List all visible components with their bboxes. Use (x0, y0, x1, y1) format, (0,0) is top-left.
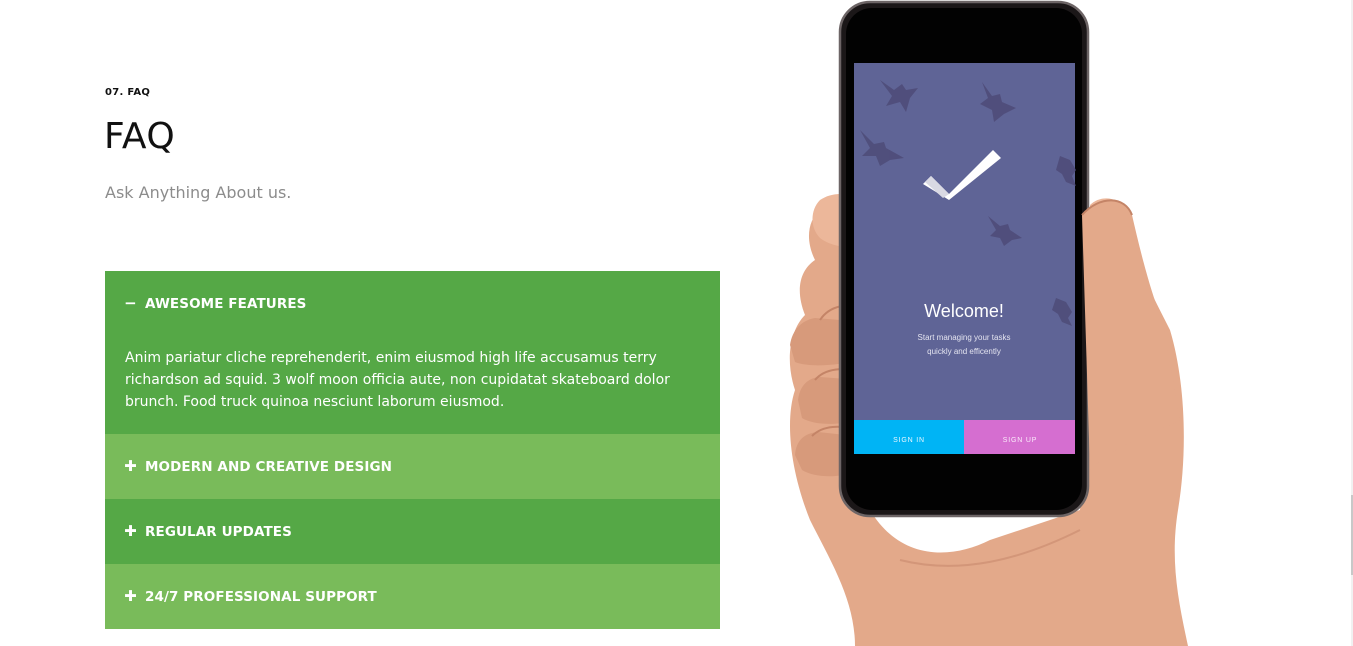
phone-signup-label: SIGN UP (1003, 437, 1037, 444)
phone-tagline-line1: Start managing your tasks (918, 333, 1011, 342)
faq-item-regular-updates: ✚ REGULAR UPDATES (105, 499, 720, 564)
faq-item-title: AWESOME FEATURES (145, 295, 307, 312)
faq-item-title: 24/7 PROFESSIONAL SUPPORT (145, 588, 377, 605)
plus-icon: ✚ (124, 587, 137, 605)
phone-tagline-line2: quickly and efficently (927, 347, 1001, 356)
faq-toggle-awesome-features[interactable]: − AWESOME FEATURES (105, 271, 720, 336)
plus-icon: ✚ (124, 522, 137, 540)
faq-answer: Anim pariatur cliche reprehenderit, enim… (125, 350, 670, 410)
faq-item-awesome-features: − AWESOME FEATURES Anim pariatur cliche … (105, 271, 720, 434)
phone-device: Welcome! Start managing your tasks quick… (838, 0, 1090, 518)
phone-signin-label: SIGN IN (893, 437, 925, 444)
hand-holding-phone-illustration: Welcome! Start managing your tasks quick… (789, 0, 1188, 646)
plus-icon: ✚ (124, 457, 137, 475)
phone-welcome-text: Welcome! (924, 301, 1004, 321)
faq-toggle-regular-updates[interactable]: ✚ REGULAR UPDATES (105, 499, 720, 564)
section-subtitle: Ask Anything About us. (105, 183, 292, 202)
phone-screen (854, 63, 1075, 454)
faq-item-title: REGULAR UPDATES (145, 523, 292, 540)
faq-item-modern-design: ✚ MODERN AND CREATIVE DESIGN (105, 434, 720, 499)
faq-item-support: ✚ 24/7 PROFESSIONAL SUPPORT (105, 564, 720, 629)
faq-toggle-modern-design[interactable]: ✚ MODERN AND CREATIVE DESIGN (105, 434, 720, 499)
faq-item-title: MODERN AND CREATIVE DESIGN (145, 458, 393, 475)
minus-icon: − (124, 294, 137, 312)
faq-accordion: − AWESOME FEATURES Anim pariatur cliche … (105, 271, 720, 629)
section-kicker: 07. FAQ (105, 87, 151, 98)
page-title: FAQ (104, 116, 176, 157)
faq-toggle-support[interactable]: ✚ 24/7 PROFESSIONAL SUPPORT (105, 564, 720, 629)
